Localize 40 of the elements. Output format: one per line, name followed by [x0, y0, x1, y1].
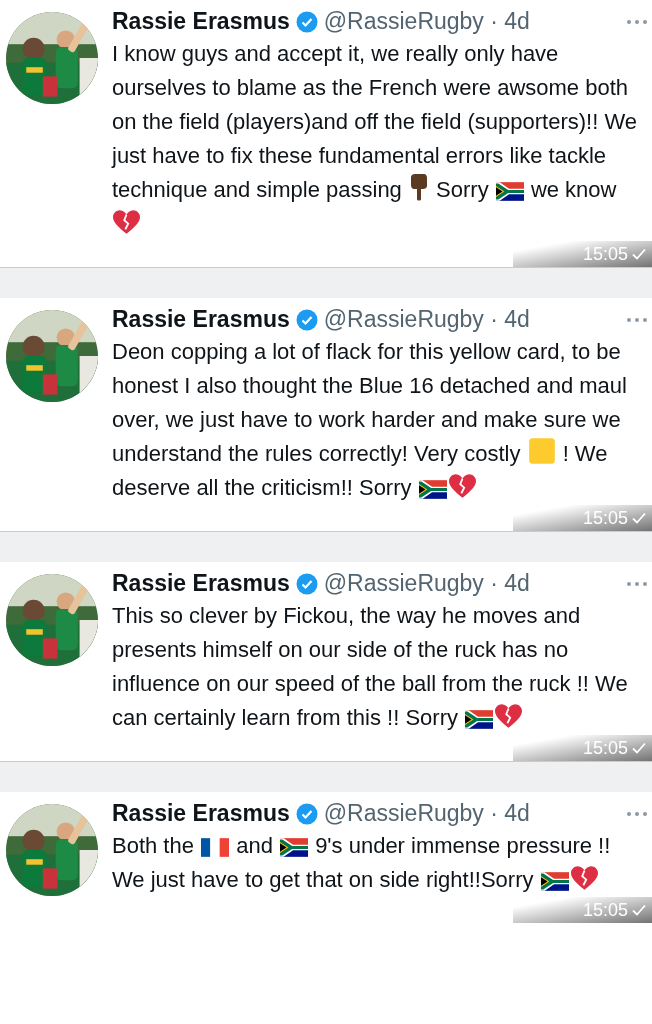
author-name[interactable]: Rassie Erasmus [112, 570, 290, 597]
timestamp: 15:05 [582, 900, 628, 920]
author-handle[interactable]: @RassieRugby · 4d [323, 306, 530, 333]
timestamp: 15:05 [582, 244, 628, 264]
author-handle[interactable]: @RassieRugby · 4d [323, 570, 530, 597]
tweet-text: Deon copping a lot of flack for this yellow card, to be honest I also thought the Blue 16 detached and maul over, we just have to work harder and make sure we understand the rules correctly! Very costly ! We deserve all the criticism!! Sorry [112, 338, 628, 502]
more-icon[interactable] [626, 18, 648, 25]
verified-badge-icon [295, 802, 318, 825]
check-icon [632, 904, 646, 916]
more-icon[interactable] [626, 810, 648, 817]
broken-heart-icon [113, 210, 140, 235]
broken-heart-icon [495, 704, 523, 729]
broken-heart-icon [570, 866, 598, 891]
check-icon [632, 512, 646, 524]
south-africa-flag-icon [280, 838, 308, 857]
author-handle[interactable]: @RassieRugby · 4d [323, 8, 530, 35]
tweet-text: This so clever by Fickou, the way he moves and presents himself on our side of the ruck has no influence on our speed of the ball from the ruck !! We can certainly learn from this !! Sorry [112, 602, 629, 732]
south-africa-flag-icon [465, 710, 494, 729]
pointing-down-icon [408, 173, 429, 201]
timestamp: 15:05 [582, 508, 628, 528]
south-africa-flag-icon [418, 480, 447, 499]
verified-badge-icon [295, 572, 318, 595]
timestamp: 15:05 [582, 738, 628, 758]
check-icon [632, 248, 646, 260]
south-africa-flag-icon [540, 872, 569, 891]
more-icon[interactable] [626, 316, 648, 323]
square-icon [527, 437, 556, 465]
france-flag-icon [201, 838, 230, 857]
author-name[interactable]: Rassie Erasmus [112, 8, 290, 35]
tweet-text: I know guys and accept it, we really only have ourselves to blame as the French were awsome both on the field (players)and off the field (supporters)!! We just have to fix these fundamental errors like tackle technique and simple passing Sorry we know [112, 37, 648, 241]
author-name[interactable]: Rassie Erasmus [112, 800, 290, 827]
verified-badge-icon [295, 10, 318, 33]
author-handle[interactable]: @RassieRugby · 4d [323, 800, 530, 827]
broken-heart-icon [448, 474, 476, 499]
verified-badge-icon [295, 308, 318, 331]
check-icon [632, 742, 646, 754]
author-name[interactable]: Rassie Erasmus [112, 306, 290, 333]
more-icon[interactable] [626, 580, 648, 587]
south-africa-flag-icon [495, 182, 524, 201]
tweet-text: Both the and 9's under immense pressure !! We just have to get that on side right!!Sorry [112, 832, 612, 894]
